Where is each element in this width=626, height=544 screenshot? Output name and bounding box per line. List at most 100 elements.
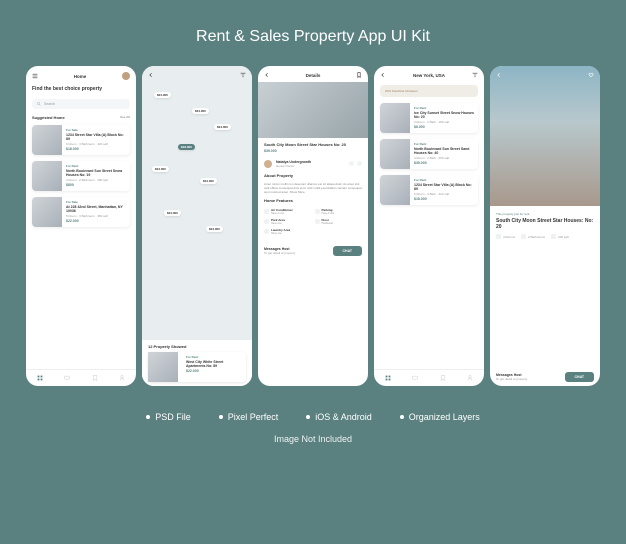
header-title: Home bbox=[74, 74, 87, 79]
listing-tag: For Rent bbox=[414, 106, 474, 110]
property-title: South City Moon Street Star Houses No: 2… bbox=[264, 143, 362, 148]
page-title: Rent & Sales Property App UI Kit bbox=[196, 28, 430, 46]
feature-bullets: PSD File Pixel Perfect iOS & Android Org… bbox=[146, 412, 480, 422]
property-card[interactable]: For Rent North Boulevard Sun Street Snow… bbox=[32, 161, 130, 191]
nav-profile-icon[interactable] bbox=[119, 375, 125, 381]
chat-button[interactable]: CHAT bbox=[333, 246, 362, 256]
feature-item: ParkingHave 2 slot bbox=[315, 208, 363, 215]
back-icon[interactable] bbox=[496, 72, 502, 78]
park-icon bbox=[264, 219, 269, 224]
property-card[interactable]: For Sale At 228 42nd Street, Manhattan, … bbox=[32, 197, 130, 227]
back-icon[interactable] bbox=[148, 72, 154, 78]
listing-title: At 228 42nd Street, Manhattan, NY 10036 bbox=[66, 205, 126, 213]
search-input[interactable]: Search bbox=[32, 99, 130, 109]
parking-icon bbox=[315, 209, 320, 214]
listing-title: West City White Street Apartments No: 89 bbox=[186, 360, 242, 368]
nav-bookmark-icon[interactable] bbox=[440, 375, 446, 381]
header-title: New York, USA bbox=[413, 73, 445, 78]
listing-title: Ice City Sunset Street Snow Houses No: 2… bbox=[414, 111, 474, 119]
feature-item: Park AreaHave one bbox=[264, 218, 312, 225]
disclaimer-text: Image Not Included bbox=[274, 434, 352, 444]
bath-icon bbox=[521, 234, 526, 239]
map-price-pin[interactable]: $24.000 bbox=[206, 226, 223, 232]
promo-badge: 20% Sunshine Occasion bbox=[380, 85, 478, 97]
about-text: Amet minim mollit non deserunt ullamco e… bbox=[258, 180, 368, 197]
nav-profile-icon[interactable] bbox=[467, 375, 473, 381]
nav-chat-icon[interactable] bbox=[64, 375, 70, 381]
menu-icon[interactable] bbox=[32, 73, 38, 79]
property-title: South City Moon Street Star Houses: No: … bbox=[490, 218, 600, 230]
bottom-nav bbox=[26, 369, 136, 386]
map-price-pin[interactable]: $24.000 bbox=[214, 124, 231, 130]
user-avatar[interactable] bbox=[122, 72, 130, 80]
heart-icon[interactable] bbox=[588, 72, 594, 78]
map-price-pin[interactable]: $24.000 bbox=[164, 210, 181, 216]
property-hero-image bbox=[258, 82, 368, 138]
property-image bbox=[32, 197, 62, 227]
search-icon bbox=[37, 102, 41, 106]
filter-icon[interactable] bbox=[472, 72, 478, 78]
nav-home-icon[interactable] bbox=[385, 375, 391, 381]
back-icon[interactable] bbox=[264, 72, 270, 78]
map-price-pin[interactable]: $24.000 bbox=[152, 166, 169, 172]
bullet-item: PSD File bbox=[155, 412, 191, 422]
agent-avatar bbox=[264, 160, 272, 168]
map-price-pin[interactable]: $24.000 bbox=[200, 178, 217, 184]
call-icon[interactable] bbox=[349, 161, 354, 166]
nav-chat-icon[interactable] bbox=[412, 375, 418, 381]
listing-title: 1234 Street Star Villa (A) Block No: 89 bbox=[414, 183, 474, 191]
listing-tag: For Rent bbox=[414, 178, 474, 182]
feature-item: Laundry AreaHave one bbox=[264, 228, 312, 235]
property-image bbox=[380, 139, 410, 169]
listing-title: North Boulevard Sun Street Snow Houses N… bbox=[66, 169, 126, 177]
listing-meta: 5 Room · 3 Bathroom · 350 sqft bbox=[66, 214, 126, 218]
property-card[interactable]: For Rent 1234 Street Star Villa (A) Bloc… bbox=[380, 175, 478, 205]
bullet-item: iOS & Android bbox=[315, 412, 372, 422]
meta-area: 200 sqft bbox=[551, 234, 569, 239]
chat-button[interactable]: CHAT bbox=[565, 372, 594, 382]
listing-price: $18.000 bbox=[414, 197, 474, 201]
map-price-pin[interactable]: $24.000 bbox=[154, 92, 171, 98]
listing-meta: 6 Room · 3 Bathroom · 420 sqft bbox=[66, 142, 126, 146]
map-price-pin-active[interactable]: $18.000 bbox=[178, 144, 195, 150]
features-label: Home Features bbox=[264, 198, 293, 203]
bookmark-icon[interactable] bbox=[356, 72, 362, 78]
bed-icon bbox=[496, 234, 501, 239]
map-price-pin[interactable]: $24.000 bbox=[192, 108, 209, 114]
laundry-icon bbox=[264, 229, 269, 234]
listing-price: $22.000 bbox=[186, 369, 242, 373]
listing-title: North Boulevard Sun Street Sand Houses N… bbox=[414, 147, 474, 155]
back-icon[interactable] bbox=[380, 72, 386, 78]
map-result-card[interactable]: For Rent West City White Street Apartmen… bbox=[148, 352, 246, 382]
property-hero-full bbox=[490, 66, 600, 206]
meta-rooms: 4 Rooms bbox=[496, 234, 515, 239]
property-image bbox=[380, 103, 410, 133]
nav-bookmark-icon[interactable] bbox=[92, 375, 98, 381]
listing-title: 1234 Street Star Villa (A) Block No: 89 bbox=[66, 133, 126, 141]
ac-icon bbox=[264, 209, 269, 214]
cta-sub: To get detail of property bbox=[264, 251, 295, 255]
property-image bbox=[380, 175, 410, 205]
agent-row[interactable]: Natalya Undergrowth House Owner bbox=[258, 157, 368, 171]
listing-meta: 6 Room · 3 Bath · 420 sqft bbox=[414, 192, 474, 196]
property-card[interactable]: For Sale 1234 Street Star Villa (A) Bloc… bbox=[32, 125, 130, 155]
property-card[interactable]: For Rent North Boulevard Sun Street Sand… bbox=[380, 139, 478, 169]
listing-price: $39.000 bbox=[414, 161, 474, 165]
section-label: Suggested Home bbox=[32, 115, 65, 120]
screen-home: Home Find the best choice property Searc… bbox=[26, 66, 136, 386]
bullet-item: Organized Layers bbox=[409, 412, 480, 422]
property-card[interactable]: For Rent Ice City Sunset Street Snow Hou… bbox=[380, 103, 478, 133]
hero-heading: Find the best choice property bbox=[26, 84, 136, 95]
nav-home-icon[interactable] bbox=[37, 375, 43, 381]
listing-price: $800 bbox=[66, 183, 126, 187]
result-count: 12 Property Showed bbox=[148, 344, 246, 349]
cta-sub: To get detail of property bbox=[496, 377, 527, 381]
filter-icon[interactable] bbox=[240, 72, 246, 78]
header-title: Details bbox=[306, 73, 321, 78]
map-view[interactable]: $24.000 $24.000 $18.000 $24.000 $24.000 … bbox=[142, 66, 252, 386]
floor-icon bbox=[315, 219, 320, 224]
listing-meta: 3 Room · 2 Bath · 180 sqft bbox=[414, 120, 474, 124]
see-all-link[interactable]: See All bbox=[120, 115, 130, 120]
mail-icon[interactable] bbox=[357, 161, 362, 166]
listing-meta: 4 Room · 2 Bath · 260 sqft bbox=[414, 156, 474, 160]
